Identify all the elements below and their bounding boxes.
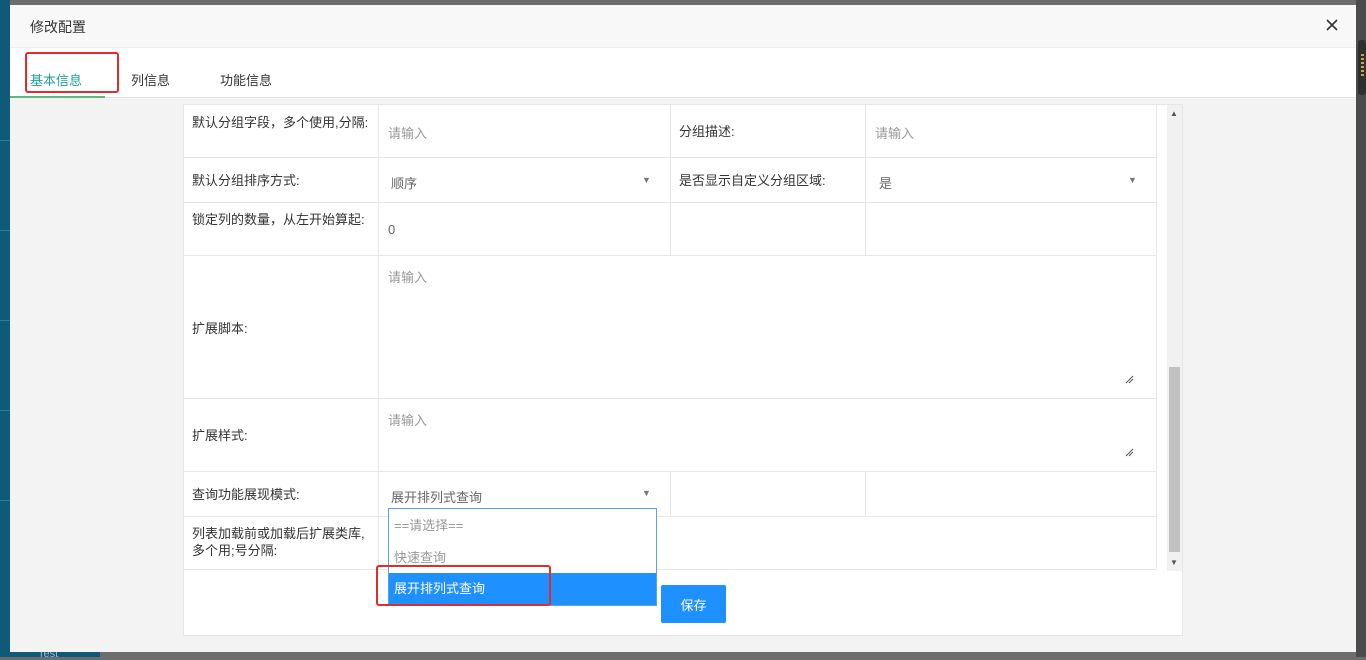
ext-lib-label: 列表加载前或加载后扩展类库,多个用;号分隔:: [192, 526, 365, 558]
resize-handle-icon[interactable]: [1125, 448, 1134, 457]
tab-column-info[interactable]: 列信息: [131, 70, 170, 89]
scrollbar-thumb[interactable]: [1169, 367, 1180, 552]
sidebar-divider: [0, 500, 10, 501]
lock-columns-input[interactable]: 0: [388, 222, 395, 237]
show-custom-group-select[interactable]: 是: [879, 173, 892, 192]
dialog-header: 修改配置: [10, 5, 1356, 48]
ext-style-label: 扩展样式:: [192, 428, 248, 443]
tab-bar: 基本信息 列信息 功能信息: [10, 48, 1356, 98]
group-field-label: 默认分组字段，多个使用,分隔:: [192, 115, 369, 130]
scroll-up-icon[interactable]: ▲: [1170, 109, 1178, 118]
group-sort-label: 默认分组排序方式:: [192, 173, 300, 188]
annotation-box: [376, 565, 551, 606]
background-scroll-indicator: [1358, 40, 1366, 95]
query-mode-label: 查询功能展现模式:: [192, 487, 300, 502]
form-scrollbar[interactable]: ▲ ▼: [1167, 105, 1182, 571]
form-panel: 默认分组字段，多个使用,分隔: 请输入 分组描述: 请输入 默认分组排序方式: …: [183, 104, 1183, 636]
modify-config-dialog: 修改配置 基本信息 列信息 功能信息 默认分组字段，多个使用,分隔: 请输入 分…: [10, 5, 1356, 652]
close-icon[interactable]: [1322, 15, 1342, 35]
ext-script-textarea[interactable]: 请输入: [388, 267, 427, 286]
save-button[interactable]: 保存: [661, 585, 726, 623]
resize-handle-icon[interactable]: [1125, 375, 1134, 384]
group-sort-select[interactable]: 顺序: [391, 173, 417, 192]
query-mode-select[interactable]: 展开排列式查询: [391, 487, 482, 506]
scroll-down-icon[interactable]: ▼: [1170, 558, 1178, 567]
sidebar-divider: [0, 140, 10, 141]
group-field-input[interactable]: 请输入: [388, 123, 427, 142]
background-right-edge: [1356, 0, 1366, 657]
dialog-title: 修改配置: [30, 19, 86, 35]
chevron-down-icon: ▼: [642, 488, 651, 498]
tab-function-info[interactable]: 功能信息: [220, 70, 272, 89]
group-desc-input[interactable]: 请输入: [875, 123, 914, 142]
sidebar-divider: [0, 230, 10, 231]
annotation-box: [25, 52, 119, 93]
ext-script-label: 扩展脚本:: [192, 321, 248, 336]
group-desc-label: 分组描述:: [679, 124, 735, 139]
sidebar-divider: [0, 410, 10, 411]
active-tab-indicator: [10, 96, 105, 98]
chevron-down-icon: ▼: [1128, 175, 1137, 185]
background-sidebar: [0, 0, 10, 657]
sidebar-divider: [0, 320, 10, 321]
ext-style-textarea[interactable]: 请输入: [388, 410, 427, 429]
dropdown-option[interactable]: ==请选择==: [389, 510, 656, 542]
show-custom-group-label: 是否显示自定义分组区域:: [679, 173, 826, 188]
lock-columns-label: 锁定列的数量，从左开始算起:: [192, 212, 365, 227]
chevron-down-icon: ▼: [642, 175, 651, 185]
